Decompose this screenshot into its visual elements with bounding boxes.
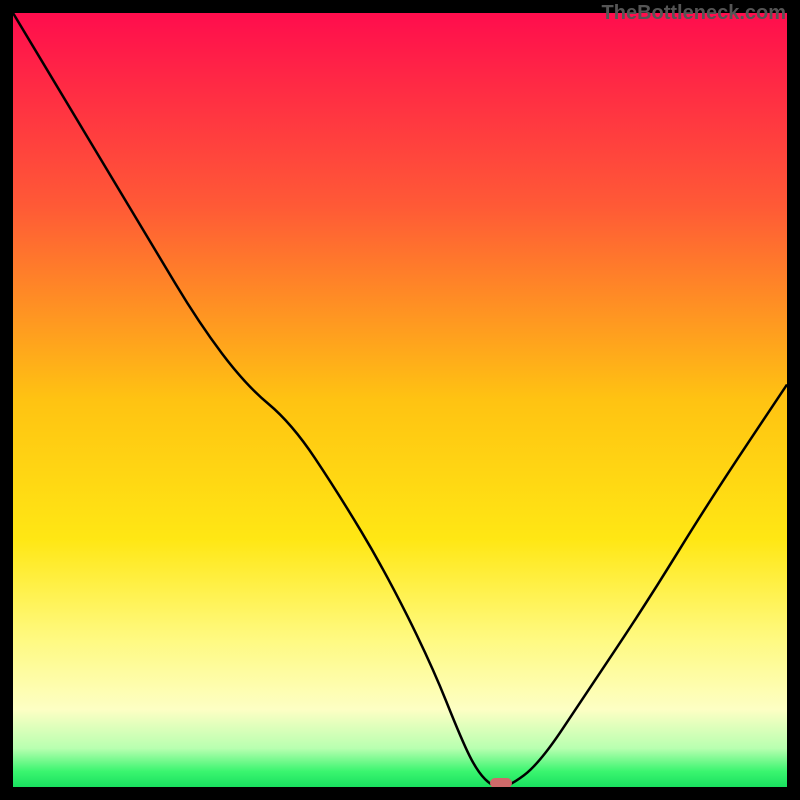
chart-plot-area bbox=[13, 13, 787, 787]
chart-curve bbox=[13, 13, 787, 787]
chart-marker bbox=[490, 778, 512, 787]
watermark-text: TheBottleneck.com bbox=[602, 2, 786, 25]
